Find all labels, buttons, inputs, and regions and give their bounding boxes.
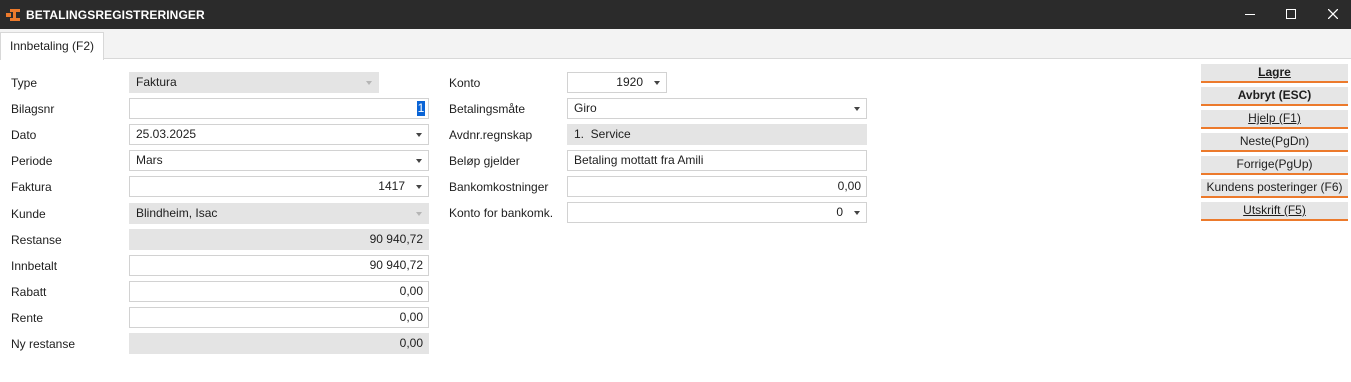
utskrift-button[interactable]: Utskrift (F5)	[1201, 202, 1348, 221]
minimize-icon	[1245, 14, 1255, 15]
rente-input[interactable]: 0,00	[129, 307, 429, 328]
innbetalt-label: Innbetalt	[11, 259, 58, 273]
belop-gjelder-label: Beløp gjelder	[449, 154, 520, 168]
ny-restanse-field: 0,00	[129, 333, 429, 354]
chevron-down-icon	[366, 81, 372, 85]
close-button[interactable]	[1313, 0, 1351, 29]
bankomkostninger-label: Bankomkostninger	[449, 180, 549, 194]
konto-bankomk-select[interactable]: 0	[567, 202, 867, 223]
dato-picker[interactable]: 25.03.2025	[129, 124, 429, 145]
minimize-button[interactable]	[1230, 0, 1270, 29]
chevron-down-icon	[416, 185, 422, 189]
title-bar: BETALINGSREGISTRERINGER	[0, 0, 1351, 29]
tab-innbetaling[interactable]: Innbetaling (F2)	[0, 32, 104, 60]
chevron-down-icon	[654, 81, 660, 85]
restanse-field: 90 940,72	[129, 229, 429, 250]
hjelp-button[interactable]: Hjelp (F1)	[1201, 110, 1348, 129]
window-title: BETALINGSREGISTRERINGER	[26, 8, 205, 22]
avdnr-field: 1. Service	[567, 124, 867, 145]
innbetalt-input[interactable]: 90 940,72	[129, 255, 429, 276]
bankomkostninger-input[interactable]: 0,00	[567, 176, 867, 197]
konto-select[interactable]: 1920	[567, 72, 667, 93]
chevron-down-icon	[416, 212, 422, 216]
restanse-label: Restanse	[11, 233, 62, 247]
app-logo-icon	[6, 8, 22, 22]
maximize-button[interactable]	[1271, 0, 1311, 29]
dato-label: Dato	[11, 128, 37, 142]
kunde-select[interactable]: Blindheim, Isac	[129, 203, 429, 224]
faktura-select[interactable]: 1417	[129, 176, 429, 197]
konto-bankomk-label: Konto for bankomk.	[449, 206, 554, 220]
bilagsnr-label: Bilagsnr	[11, 102, 55, 116]
rabatt-label: Rabatt	[11, 285, 47, 299]
forrige-button[interactable]: Forrige(PgUp)	[1201, 156, 1348, 175]
chevron-down-icon	[416, 159, 422, 163]
ny-restanse-label: Ny restanse	[11, 337, 76, 351]
bilagsnr-input[interactable]: 1	[129, 98, 429, 119]
tab-bar: Innbetaling (F2)	[0, 29, 1351, 60]
rabatt-input[interactable]: 0,00	[129, 281, 429, 302]
konto-label: Konto	[449, 76, 481, 90]
belop-gjelder-input[interactable]: Betaling mottatt fra Amili	[567, 150, 867, 171]
lagre-button[interactable]: Lagre	[1201, 64, 1348, 83]
type-label: Type	[11, 76, 38, 90]
chevron-down-icon	[854, 107, 860, 111]
kundens-posteringer-button[interactable]: Kundens posteringer (F6)	[1201, 179, 1348, 198]
avbryt-button[interactable]: Avbryt (ESC)	[1201, 87, 1348, 106]
chevron-down-icon	[416, 133, 422, 137]
avdnr-label: Avdnr.regnskap	[449, 128, 533, 142]
betalingsmate-select[interactable]: Giro	[567, 98, 867, 119]
periode-select[interactable]: Mars	[129, 150, 429, 171]
neste-button[interactable]: Neste(PgDn)	[1201, 133, 1348, 152]
faktura-label: Faktura	[11, 180, 52, 194]
type-select[interactable]: Faktura	[129, 72, 379, 93]
rente-label: Rente	[11, 311, 44, 325]
close-icon	[1328, 9, 1338, 19]
periode-label: Periode	[11, 154, 53, 168]
betalingsmate-label: Betalingsmåte	[449, 102, 526, 116]
bilagsnr-value: 1	[417, 101, 425, 116]
kunde-label: Kunde	[11, 207, 46, 221]
chevron-down-icon	[854, 211, 860, 215]
maximize-icon	[1286, 9, 1296, 19]
